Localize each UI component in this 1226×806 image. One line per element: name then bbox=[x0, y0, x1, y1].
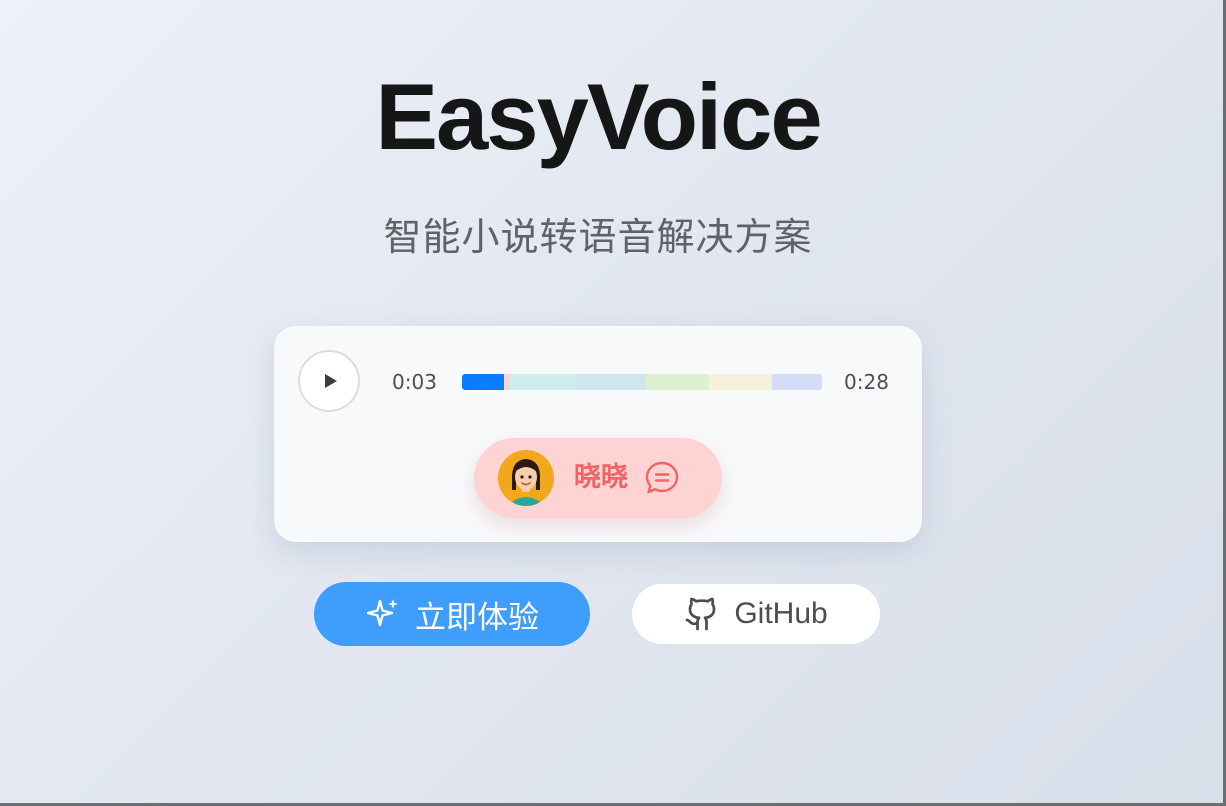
progress-segment-3 bbox=[576, 374, 647, 390]
github-icon bbox=[685, 597, 716, 631]
page-subtitle: 智能小说转语音解决方案 bbox=[383, 215, 813, 259]
github-label: GitHub bbox=[734, 597, 828, 630]
progress-bar[interactable] bbox=[462, 374, 822, 390]
audio-player-card: 0:03 0:28 晓晓 bbox=[274, 326, 922, 542]
play-icon bbox=[324, 374, 337, 388]
progress-segment-4 bbox=[646, 374, 710, 390]
progress-segment-5 bbox=[709, 374, 773, 390]
try-now-label: 立即体验 bbox=[415, 599, 539, 636]
try-now-button[interactable]: 立即体验 bbox=[314, 582, 590, 646]
current-time: 0:03 bbox=[392, 370, 437, 394]
progress-segment-2 bbox=[510, 374, 577, 390]
total-time: 0:28 bbox=[844, 370, 889, 394]
chat-bubble-icon bbox=[645, 461, 679, 494]
sparkle-icon bbox=[366, 599, 398, 627]
voice-name: 晓晓 bbox=[574, 462, 628, 493]
girl-avatar-icon bbox=[498, 450, 554, 506]
voice-selector[interactable]: 晓晓 bbox=[474, 438, 722, 518]
page-title: EasyVoice bbox=[375, 64, 822, 169]
progress-segment-6 bbox=[772, 374, 822, 390]
github-button[interactable]: GitHub bbox=[631, 583, 881, 645]
progress-played-segment bbox=[462, 374, 505, 390]
play-button[interactable] bbox=[298, 350, 360, 412]
